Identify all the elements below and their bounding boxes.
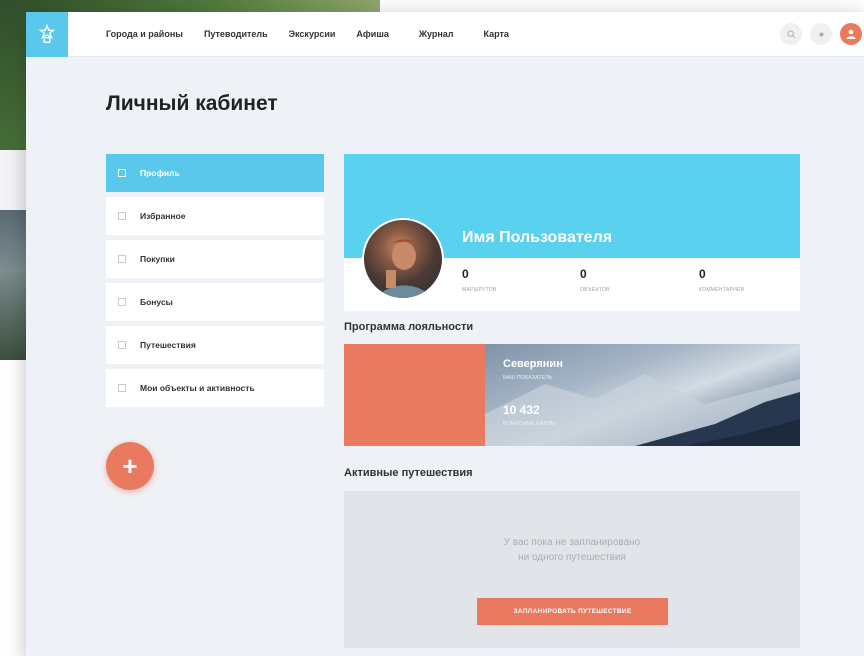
- stat-objects: 0 ОБЪЕКТОВ: [580, 267, 610, 293]
- sidebar-item-trips[interactable]: Путешествия: [106, 326, 324, 364]
- trips-empty-line-1: У вас пока не запланировано: [503, 537, 641, 548]
- profile-name: Имя Пользователя: [462, 229, 613, 246]
- sidebar-item-label: Мои объекты и активность: [140, 383, 255, 393]
- search-icon[interactable]: [780, 23, 802, 45]
- search-glyph: [786, 29, 795, 38]
- trips-section-title: Активные путешествия: [344, 467, 473, 479]
- nav-item-map[interactable]: Карта: [484, 29, 509, 39]
- loyalty-image-block: Северянин ВАШ ПОКАЗАТЕЛЬ 10 432 БОНУСНЫЕ…: [485, 344, 800, 446]
- stat-label: ОБЪЕКТОВ: [580, 287, 610, 293]
- avatar[interactable]: [362, 218, 444, 300]
- square-icon: [118, 298, 126, 306]
- sidebar-item-my-objects[interactable]: Мои объекты и активность: [106, 369, 324, 407]
- nav-item-guide[interactable]: Путеводитель: [204, 29, 268, 39]
- stat-routes: 0 МАРШРУТОВ: [462, 267, 497, 293]
- user-glyph: [846, 29, 856, 39]
- settings-glyph: [819, 32, 823, 36]
- loyalty-points-label: БОНУСНЫЕ БАЛЛЫ: [503, 421, 556, 427]
- profile-card: Имя Пользователя 0 МАРШРУТОВ 0 ОБЪЕКТОВ …: [344, 154, 800, 311]
- avatar-image: [378, 239, 430, 298]
- plan-trip-button[interactable]: ЗАПЛАНИРОВАТЬ ПУТЕШЕСТВИЕ: [477, 598, 668, 625]
- square-icon: [118, 255, 126, 263]
- loyalty-accent-block: [344, 344, 485, 446]
- sidebar-item-label: Избранное: [140, 211, 186, 221]
- square-icon: [118, 169, 126, 177]
- stat-comments: 0 КОММЕНТАРИЕВ: [699, 267, 744, 293]
- trips-empty-line-2: ни одного путешествия: [518, 552, 626, 563]
- stat-value: 0: [580, 267, 587, 281]
- loyalty-status-label: ВАШ ПОКАЗАТЕЛЬ: [503, 375, 553, 381]
- nav-item-journal[interactable]: Журнал: [419, 29, 454, 39]
- stat-label: МАРШРУТОВ: [462, 287, 497, 293]
- sidebar-item-profile[interactable]: Профиль: [106, 154, 324, 192]
- sidebar-item-label: Бонусы: [140, 297, 173, 307]
- logo-glyph: [38, 23, 56, 43]
- page-title: Личный кабинет: [106, 92, 278, 115]
- top-icons: [780, 23, 862, 45]
- top-navigation-bar: Города и районы Путеводитель Экскурсии А…: [26, 12, 864, 57]
- stat-value: 0: [699, 267, 706, 281]
- nav-item-excursions[interactable]: Экскурсии: [289, 29, 336, 39]
- user-icon[interactable]: [840, 23, 862, 45]
- loyalty-points: 10 432: [503, 403, 540, 417]
- sidebar-item-label: Покупки: [140, 254, 175, 264]
- square-icon: [118, 341, 126, 349]
- active-trips-panel: У вас пока не запланировано ни одного пу…: [344, 491, 800, 648]
- loyalty-card[interactable]: Северянин ВАШ ПОКАЗАТЕЛЬ 10 432 БОНУСНЫЕ…: [344, 344, 800, 446]
- stat-value: 0: [462, 267, 469, 281]
- sidebar: Профиль Избранное Покупки Бонусы Путешес…: [106, 154, 324, 412]
- square-icon: [118, 384, 126, 392]
- plus-icon: +: [122, 450, 138, 481]
- sidebar-item-favorites[interactable]: Избранное: [106, 197, 324, 235]
- nav-item-cities[interactable]: Города и районы: [106, 29, 183, 39]
- stat-label: КОММЕНТАРИЕВ: [699, 287, 745, 293]
- nav-item-events[interactable]: Афиша: [356, 29, 388, 39]
- app-window: Города и районы Путеводитель Экскурсии А…: [26, 12, 864, 656]
- settings-icon[interactable]: [810, 23, 832, 45]
- add-button[interactable]: +: [106, 442, 154, 490]
- sidebar-item-bonuses[interactable]: Бонусы: [106, 283, 324, 321]
- square-icon: [118, 212, 126, 220]
- trips-empty-message: У вас пока не запланировано ни одного пу…: [344, 535, 800, 565]
- logo-icon[interactable]: [26, 12, 68, 57]
- sidebar-item-label: Профиль: [140, 168, 180, 178]
- sidebar-item-purchases[interactable]: Покупки: [106, 240, 324, 278]
- loyalty-status: Северянин: [503, 358, 563, 370]
- sidebar-item-label: Путешествия: [140, 340, 196, 350]
- loyalty-section-title: Программа лояльности: [344, 321, 474, 333]
- main-nav: Города и районы Путеводитель Экскурсии А…: [106, 29, 530, 39]
